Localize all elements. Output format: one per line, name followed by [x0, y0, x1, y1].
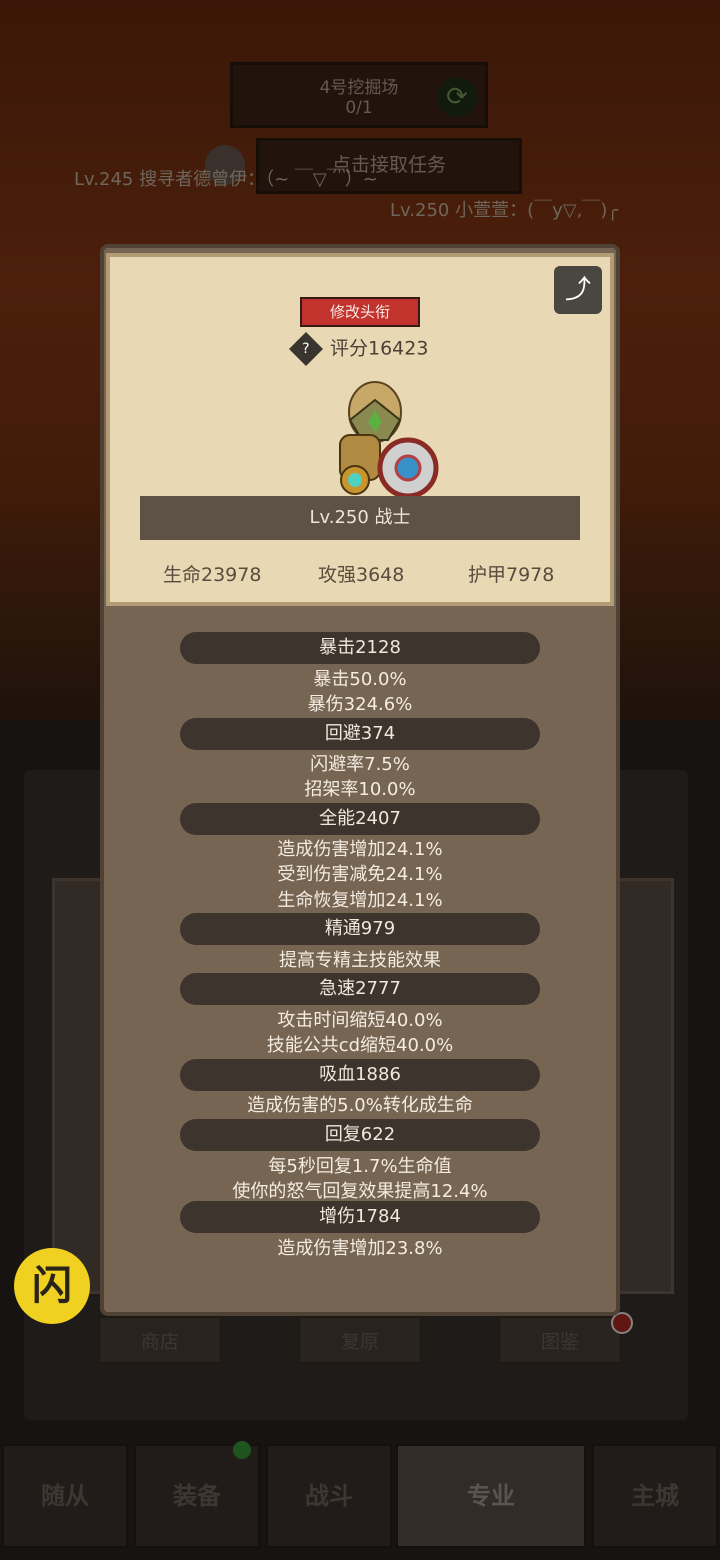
stat-line: 闪避率7.5%: [310, 754, 410, 775]
warrior-character-image: [339, 381, 439, 499]
stat-line: 生命恢复增加24.1%: [277, 890, 443, 911]
help-icon[interactable]: ?: [289, 331, 323, 366]
level-class-bar: Lv.250 战士: [140, 496, 580, 540]
stat-line: 招架率10.0%: [304, 779, 416, 800]
stat-line: 造成伤害的5.0%转化成生命: [247, 1095, 473, 1116]
rating-value: 评分16423: [330, 337, 429, 360]
dodge-header: 回避374: [180, 718, 540, 750]
leech-header: 吸血1886: [180, 1059, 540, 1091]
stat-line: 技能公共cd缩短40.0%: [266, 1035, 454, 1056]
stat-line: 受到伤害减免24.1%: [277, 864, 443, 885]
stat-line: 攻击时间缩短40.0%: [277, 1010, 443, 1031]
haste-header: 急速2777: [180, 973, 540, 1005]
mastery-header: 精通979: [180, 913, 540, 945]
stat-line: 提高专精主技能效果: [279, 950, 441, 971]
stat-line: 造成伤害增加24.1%: [277, 839, 443, 860]
edit-title-button[interactable]: 修改头衔: [300, 297, 420, 327]
damage-bonus-header: 增伤1784: [180, 1201, 540, 1233]
stat-line: 造成伤害增加23.8%: [277, 1238, 443, 1259]
stat-line: 暴伤324.6%: [307, 694, 413, 715]
regen-header: 回复622: [180, 1119, 540, 1151]
versatility-header: 全能2407: [180, 803, 540, 835]
rating-row: ? 评分16423: [289, 331, 464, 366]
armor-stat: 护甲7978: [468, 564, 555, 586]
stat-line: 使你的怒气回复效果提高12.4%: [232, 1181, 488, 1202]
stat-line: 每5秒回复1.7%生命值: [268, 1156, 452, 1177]
share-icon[interactable]: ⤴: [554, 266, 602, 314]
crit-header: 暴击2128: [180, 632, 540, 664]
attack-stat: 攻强3648: [318, 564, 405, 586]
flash-button[interactable]: 闪: [14, 1248, 90, 1324]
stat-line: 暴击50.0%: [313, 669, 407, 690]
hp-stat: 生命23978: [163, 564, 262, 586]
